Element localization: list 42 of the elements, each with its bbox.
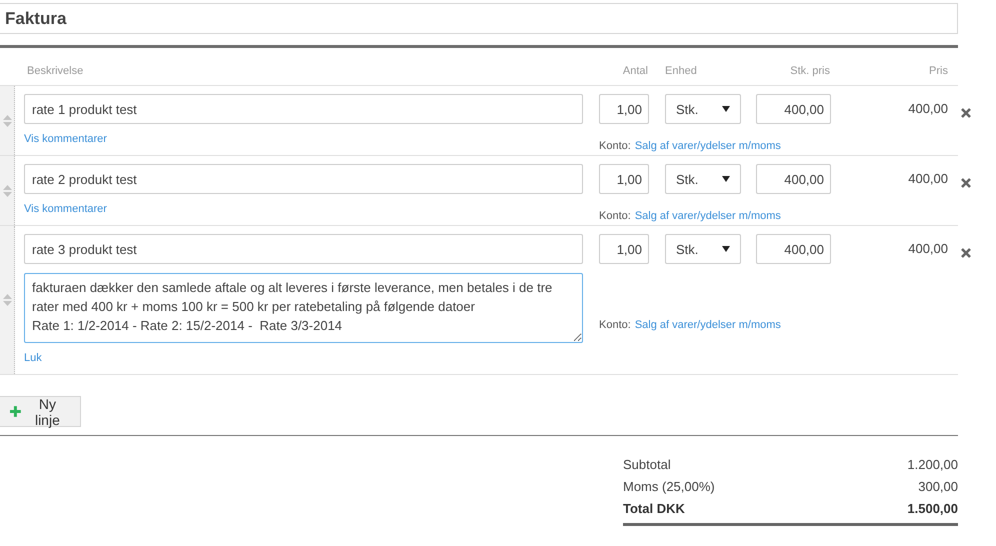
total-label: Subtotal: [623, 456, 671, 474]
unit-price-field[interactable]: 400,00: [756, 164, 831, 194]
quantity-field[interactable]: 1,00: [599, 234, 649, 264]
caret-icon: [722, 106, 730, 112]
caret-icon: [722, 246, 730, 252]
column-header: Pris: [928, 64, 948, 79]
column-header: Stk. pris: [789, 64, 831, 77]
unit-price-field[interactable]: 400,00: [756, 94, 831, 124]
caret-icon: [722, 176, 730, 182]
account-label: Konto:: [599, 210, 631, 222]
plus-icon: [10, 406, 21, 417]
column-header: Enhed: [665, 64, 698, 77]
unit-price-field[interactable]: 400,00: [756, 234, 831, 264]
quantity-field[interactable]: 1,00: [599, 164, 649, 194]
unit-dropdown[interactable]: Stk.: [665, 234, 741, 264]
total-value: 1.500,00: [907, 500, 958, 518]
total-label: Total DKK: [623, 500, 685, 518]
total-value: 1.200,00: [907, 456, 958, 474]
delete-icon[interactable]: [961, 108, 971, 118]
account-label: Konto:: [599, 319, 631, 331]
total-value: 300,00: [918, 478, 958, 496]
quantity-field[interactable]: 1,00: [599, 94, 649, 124]
total-label: Moms (25,00%): [623, 478, 715, 496]
delete-icon[interactable]: [961, 248, 971, 258]
drag-handle-icon[interactable]: [2, 114, 12, 126]
delete-icon[interactable]: [961, 178, 971, 188]
account-label: Konto:: [599, 140, 631, 152]
line-price: 400,00: [908, 171, 948, 186]
column-header: Beskrivelse: [26, 64, 84, 77]
add-line-button[interactable]: Ny linje: [0, 396, 81, 427]
description-field[interactable]: rate 3 produkt test: [24, 234, 583, 264]
description-field[interactable]: rate 2 produkt test: [24, 164, 583, 194]
unit-dropdown[interactable]: Stk.: [665, 94, 741, 124]
drag-handle-icon[interactable]: [2, 184, 12, 196]
line-price: 400,00: [908, 241, 948, 256]
column-header: Antal: [622, 64, 649, 77]
drag-handle-icon[interactable]: [2, 294, 12, 306]
line-price: 400,00: [908, 101, 948, 116]
title-field[interactable]: Faktura: [0, 3, 958, 34]
unit-dropdown[interactable]: Stk.: [665, 164, 741, 194]
description-field[interactable]: rate 1 produkt test: [24, 94, 583, 124]
comment-field[interactable]: fakturaen dækker den samlede aftale og alt leveres i første leverance, men betales i de tre rater med 400 kr + moms 100 kr = 500 kr per ratebetaling på følgende datoer Rate 1: 1/2-2014 - Rate 2: 15/2-2014 - Rate 3/3-2014: [24, 273, 583, 343]
